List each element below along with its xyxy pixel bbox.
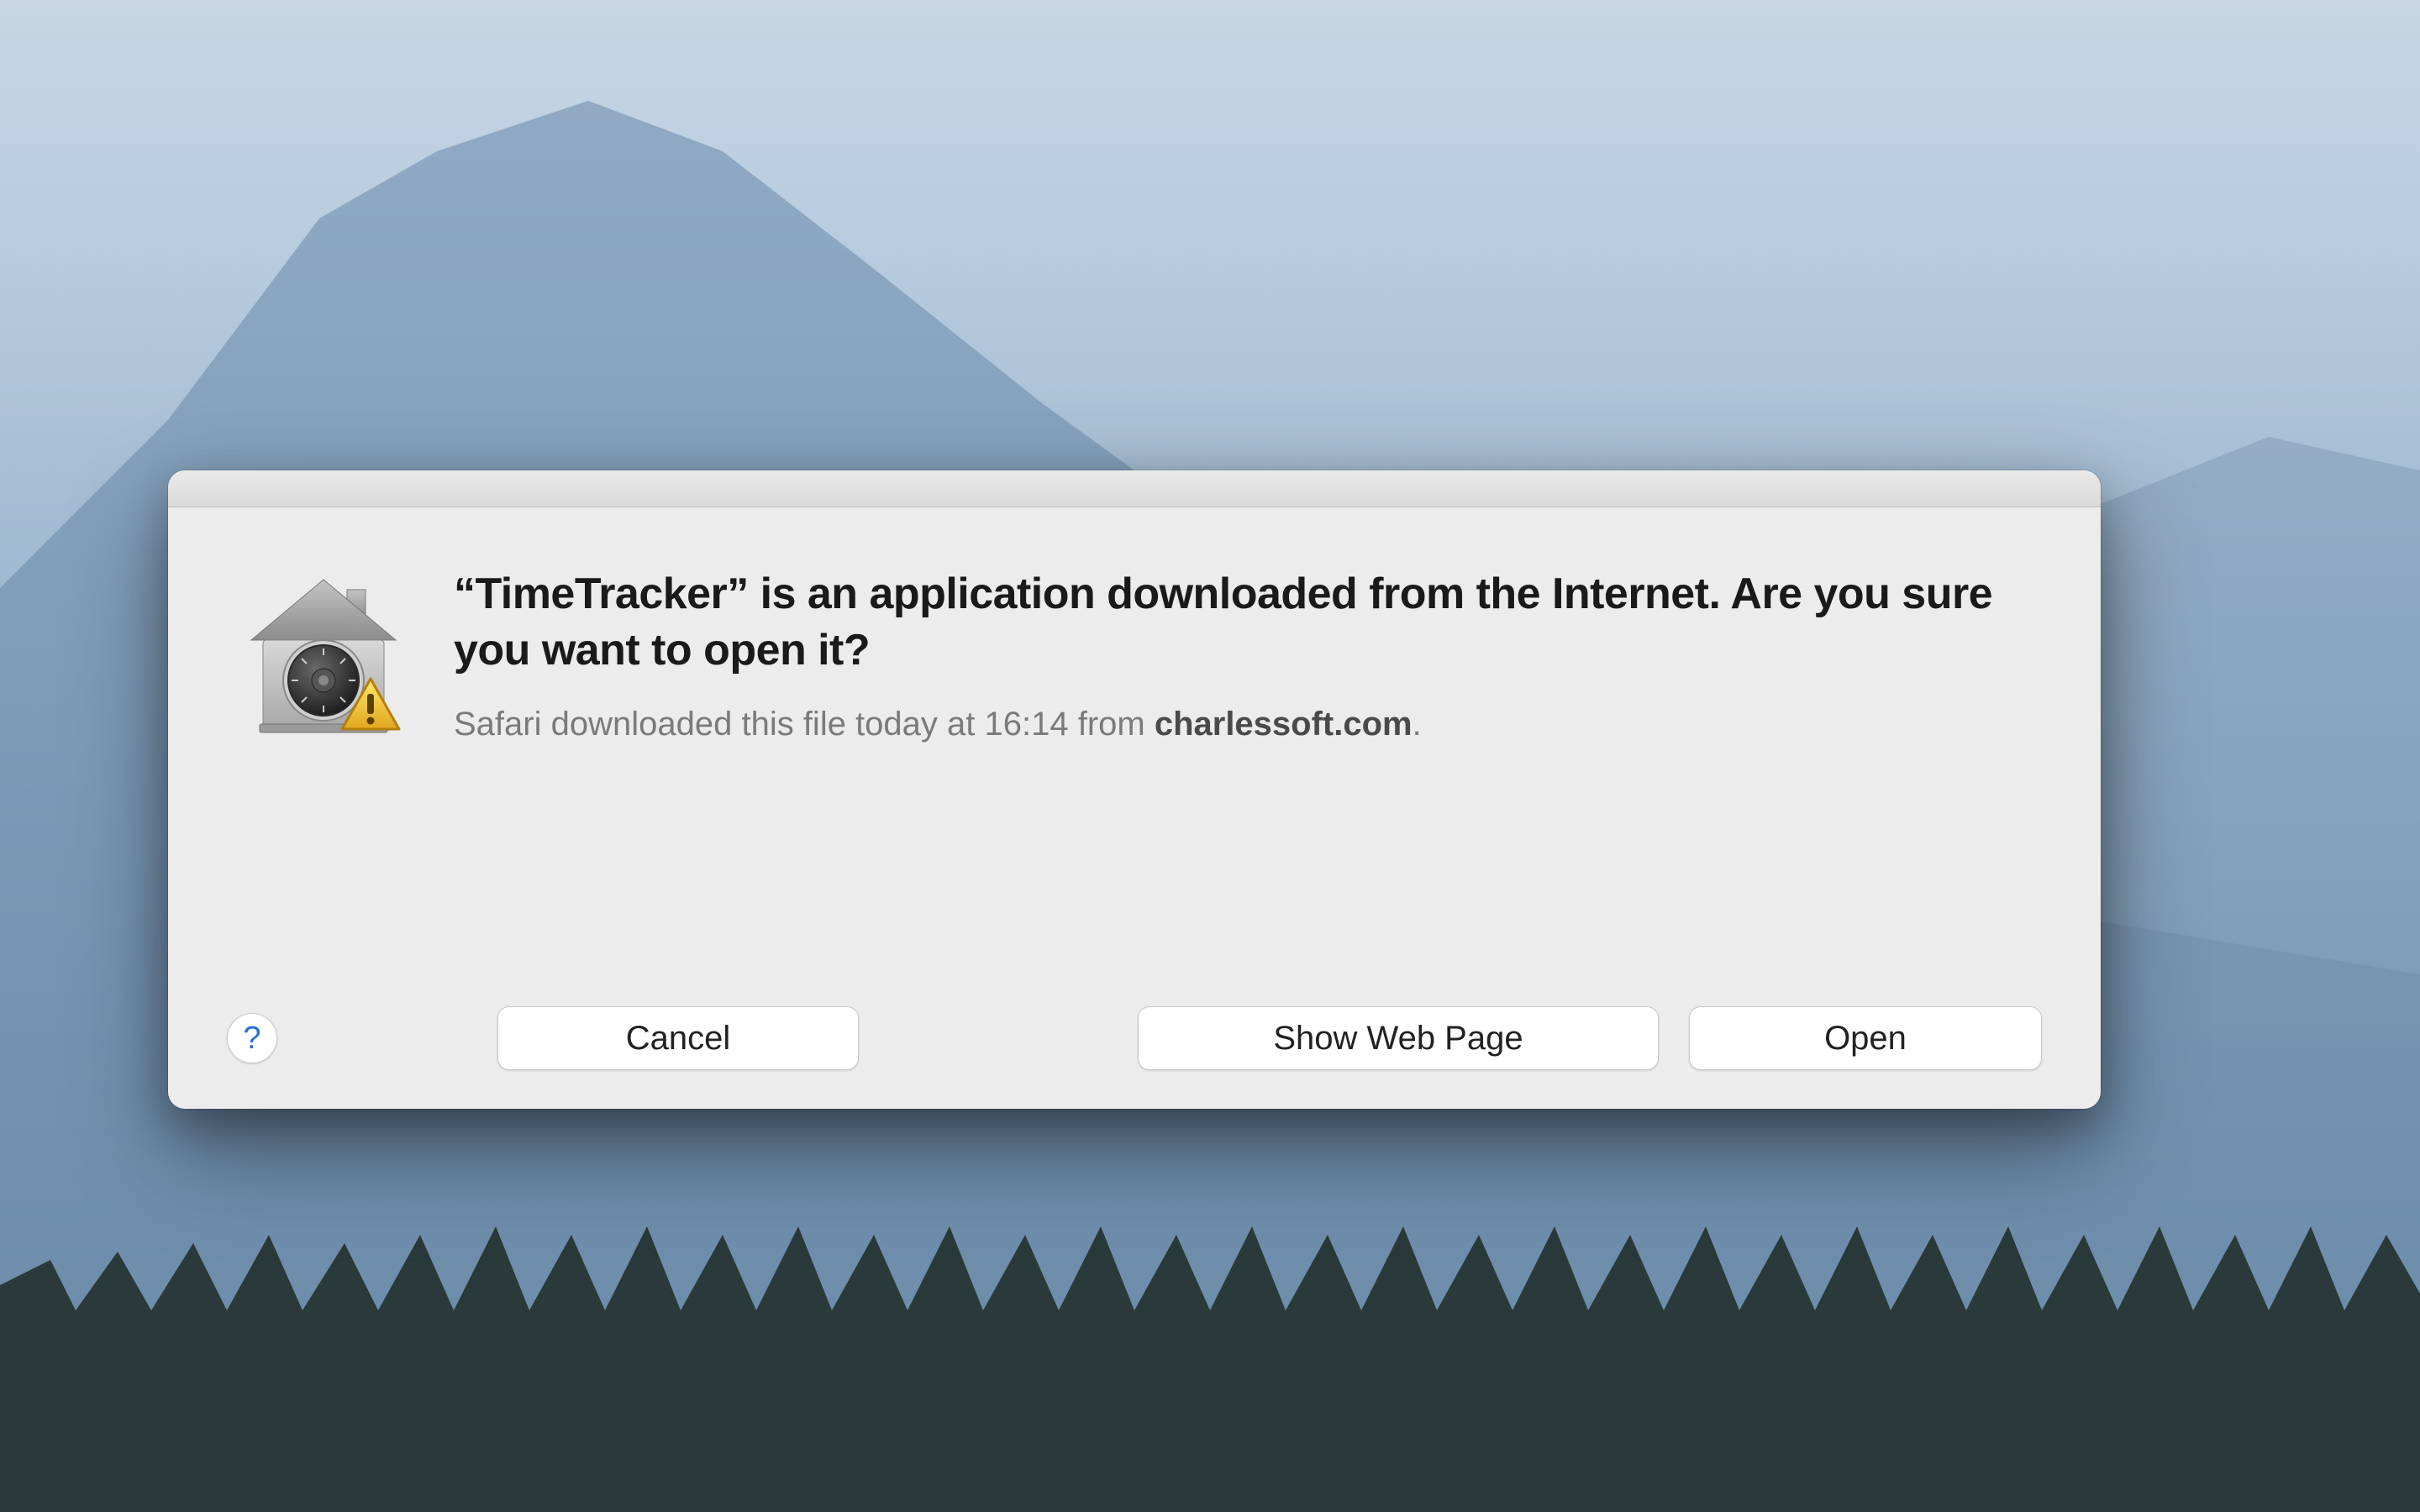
dialog-footer: ? Cancel Show Web Page Open (168, 1006, 2101, 1109)
gatekeeper-icon (239, 575, 408, 743)
show-web-page-button[interactable]: Show Web Page (1138, 1006, 1659, 1070)
dialog-body: “TimeTracker” is an application download… (168, 507, 2101, 1006)
open-button[interactable]: Open (1689, 1006, 2042, 1070)
cancel-button[interactable]: Cancel (497, 1006, 859, 1070)
dialog-subtext-domain: charlessoft.com (1155, 706, 1413, 743)
dialog-icon-column (227, 558, 420, 976)
dialog-subtext: Safari downloaded this file today at 16:… (454, 701, 2042, 747)
dialog-headline: “TimeTracker” is an application download… (454, 566, 2042, 678)
gatekeeper-dialog: “TimeTracker” is an application download… (168, 470, 2101, 1109)
dialog-subtext-suffix: . (1413, 706, 1422, 743)
help-button[interactable]: ? (227, 1013, 277, 1063)
dialog-titlebar (168, 470, 2101, 507)
dialog-subtext-prefix: Safari downloaded this file today at 16:… (454, 706, 1155, 743)
dialog-text-column: “TimeTracker” is an application download… (454, 558, 2042, 976)
